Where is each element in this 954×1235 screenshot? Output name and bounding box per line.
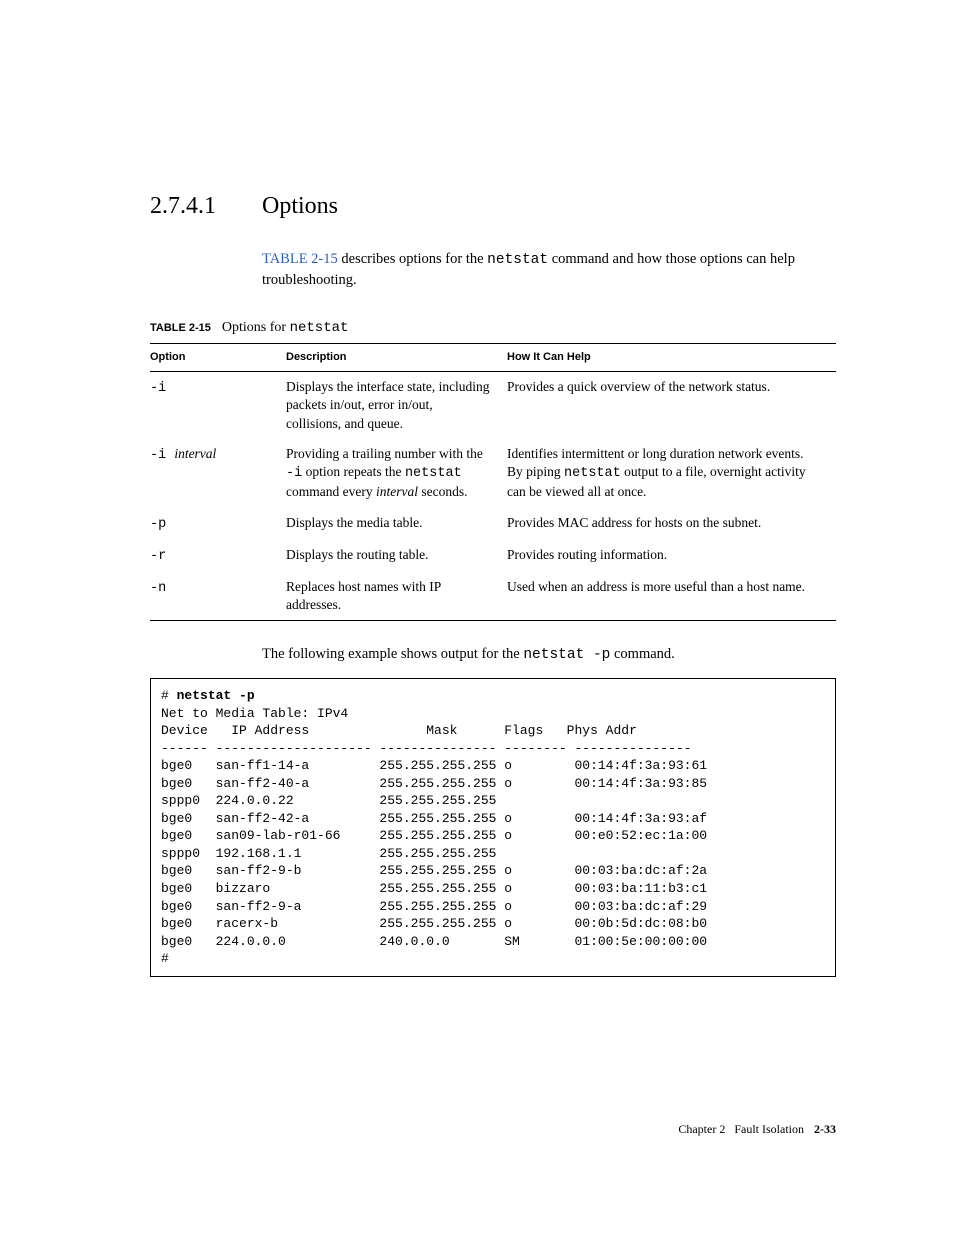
footer-chapter: Chapter 2 [678,1122,725,1136]
section-heading: 2.7.4.1 Options [150,190,836,222]
option-desc: Displays the interface state, including … [286,372,507,439]
option-help: Provides a quick overview of the network… [507,372,836,439]
code-line: bge0 san-ff2-42-a 255.255.255.255 o 00:1… [161,811,707,826]
code-line: sppp0 192.168.1.1 255.255.255.255 [161,846,496,861]
table-header-row: Option Description How It Can Help [150,344,836,372]
option-flag: -i [150,381,166,396]
option-flag: -p [150,517,166,532]
example-command: netstat -p [523,647,610,663]
table-row: -i Displays the interface state, includi… [150,372,836,439]
table-title-cmd: netstat [290,320,349,336]
option-help: Used when an address is more useful than… [507,572,836,621]
code-output-box: # netstat -p Net to Media Table: IPv4 De… [150,678,836,977]
table-label: TABLE 2-15 [150,322,211,334]
example-intro: The following example shows output for t… [262,645,836,666]
col-option: Option [150,344,286,372]
option-help: Provides routing information. [507,540,836,572]
code-line: bge0 224.0.0.0 240.0.0.0 SM 01:00:5e:00:… [161,934,707,949]
intro-paragraph: TABLE 2-15 describes options for the net… [262,250,836,290]
code-columns: Device IP Address Mask Flags Phys Addr [161,723,637,738]
code-line: bge0 san-ff2-9-a 255.255.255.255 o 00:03… [161,899,707,914]
code-line: bge0 racerx-b 255.255.255.255 o 00:0b:5d… [161,916,707,931]
code-line: bge0 san09-lab-r01-66 255.255.255.255 o … [161,828,707,843]
col-help: How It Can Help [507,344,836,372]
table-title-text: Options for [222,320,290,335]
code-prompt: # [161,688,177,703]
code-endprompt: # [161,951,169,966]
options-table: Option Description How It Can Help -i Di… [150,343,836,621]
table-xref-link[interactable]: TABLE 2-15 [262,251,338,267]
code-line: bge0 san-ff2-40-a 255.255.255.255 o 00:1… [161,776,707,791]
table-row: -n Replaces host names with IP addresses… [150,572,836,621]
option-arg: interval [174,446,216,461]
col-description: Description [286,344,507,372]
page: 2.7.4.1 Options TABLE 2-15 describes opt… [0,0,954,1235]
intro-command: netstat [487,252,548,268]
footer-title: Fault Isolation [734,1122,804,1136]
code-command: netstat -p [177,688,255,703]
intro-text-1: describes options for the [338,251,487,267]
code-header: Net to Media Table: IPv4 [161,706,348,721]
example-text-2: command. [610,646,674,662]
table-caption: TABLE 2-15 Options for netstat [150,319,836,338]
option-flag: -r [150,549,166,564]
table-row: -i interval Providing a trailing number … [150,439,836,508]
code-line: bge0 bizzaro 255.255.255.255 o 00:03:ba:… [161,881,707,896]
page-footer: Chapter 2 Fault Isolation 2-33 [678,1121,836,1137]
option-desc: Displays the media table. [286,508,507,540]
code-line: bge0 san-ff2-9-b 255.255.255.255 o 00:03… [161,863,707,878]
option-desc: Providing a trailing number with the -i … [286,439,507,508]
option-help: Provides MAC address for hosts on the su… [507,508,836,540]
example-text-1: The following example shows output for t… [262,646,523,662]
option-flag: -i [150,448,174,463]
option-desc: Replaces host names with IP addresses. [286,572,507,621]
table-row: -p Displays the media table. Provides MA… [150,508,836,540]
option-help: Identifies intermittent or long duration… [507,439,836,508]
code-rule: ------ -------------------- ------------… [161,741,692,756]
section-title: Options [262,190,338,222]
option-flag: -n [150,581,166,596]
table-row: -r Displays the routing table. Provides … [150,540,836,572]
option-desc: Displays the routing table. [286,540,507,572]
section-number: 2.7.4.1 [150,190,262,222]
footer-page: 2-33 [814,1122,836,1136]
code-line: sppp0 224.0.0.22 255.255.255.255 [161,793,496,808]
code-line: bge0 san-ff1-14-a 255.255.255.255 o 00:1… [161,758,707,773]
